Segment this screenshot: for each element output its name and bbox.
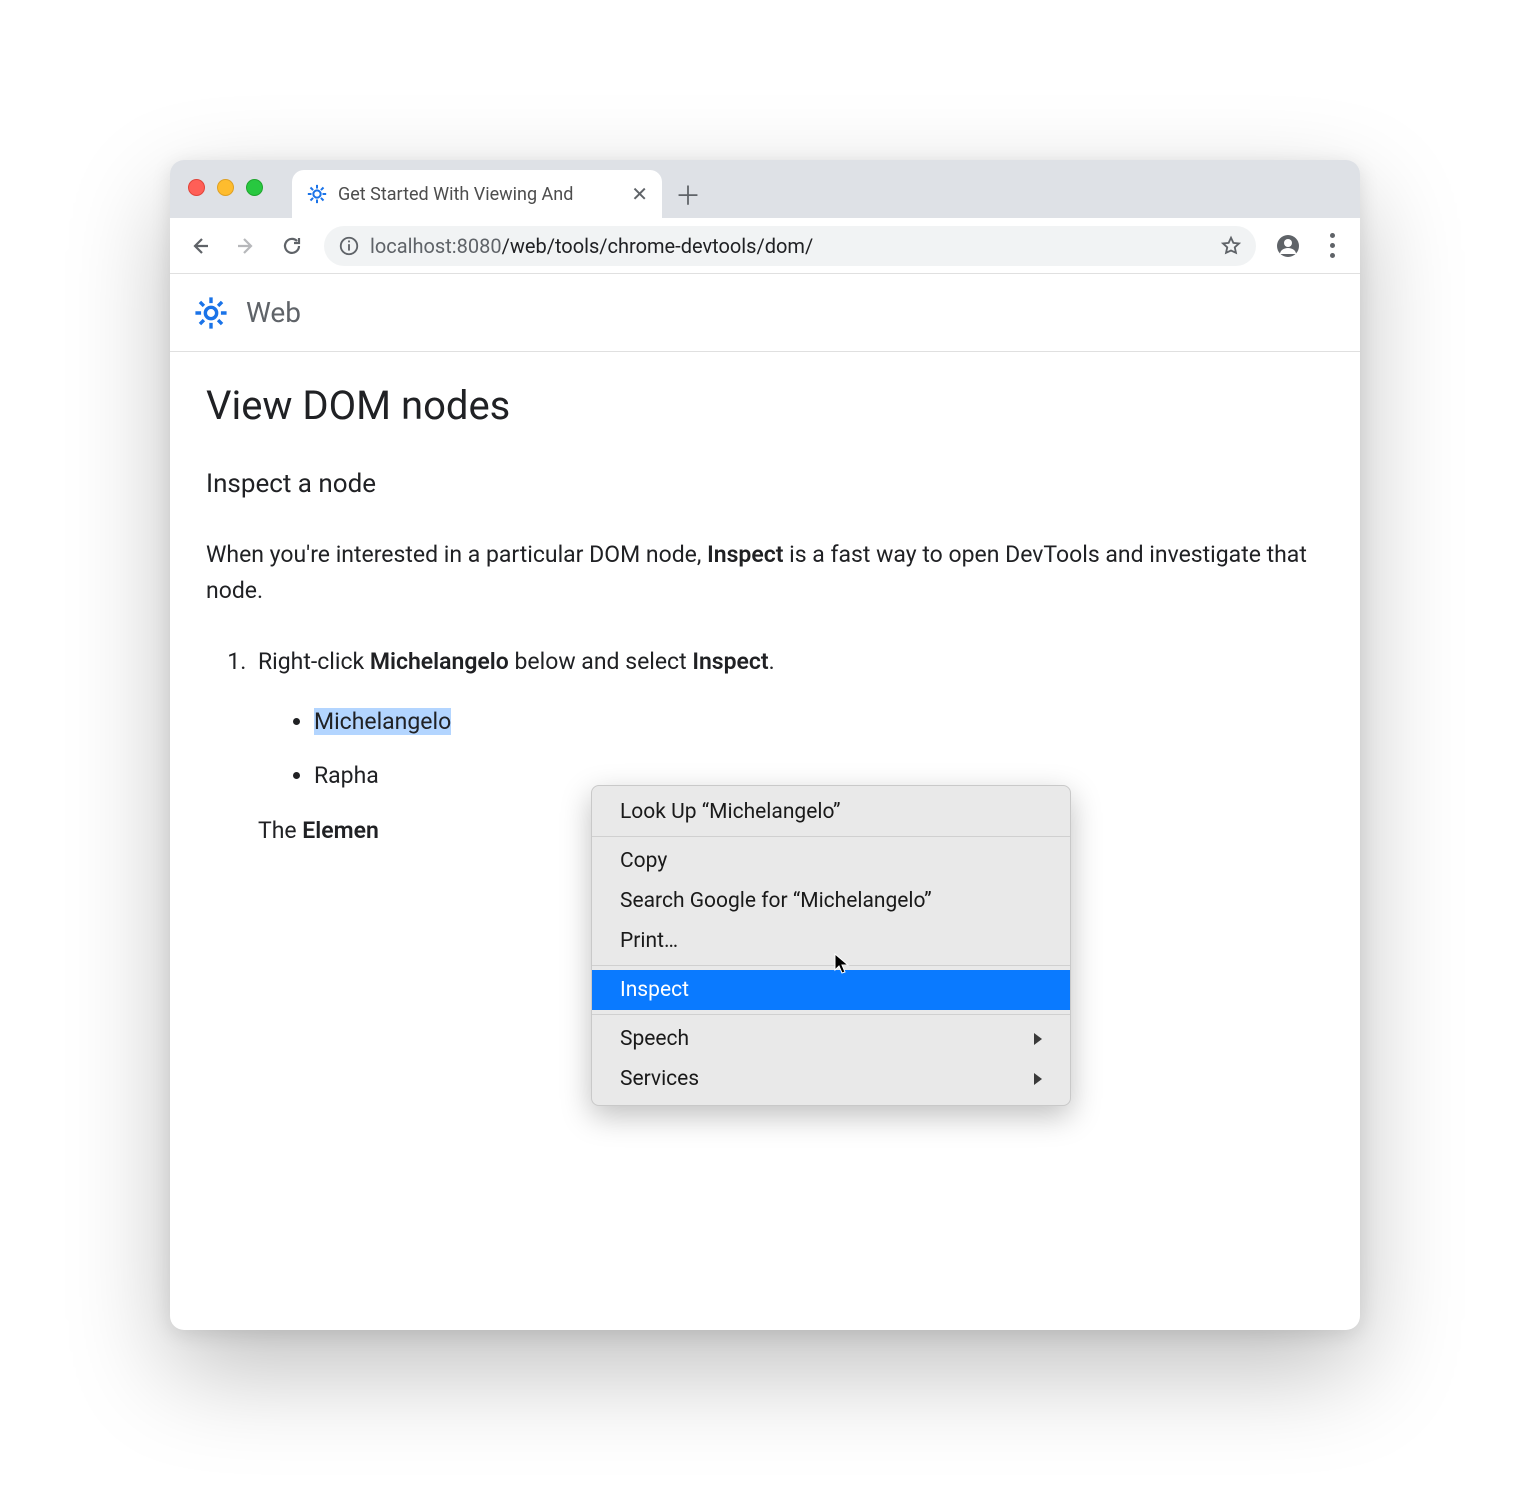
context-menu-search[interactable]: Search Google for “Michelangelo”: [592, 881, 1070, 921]
address-bar[interactable]: localhost:8080/web/tools/chrome-devtools…: [324, 226, 1256, 266]
lead-paragraph: When you're interested in a particular D…: [206, 537, 1324, 608]
web-logo-icon: [194, 296, 228, 330]
page-h1: View DOM nodes: [206, 382, 1324, 429]
chrome-menu-button[interactable]: [1314, 233, 1350, 258]
context-menu-lookup[interactable]: Look Up “Michelangelo”: [592, 792, 1070, 832]
tab-title: Get Started With Viewing And: [338, 184, 627, 205]
avatar-icon: [1276, 234, 1300, 258]
window-close-button[interactable]: [188, 179, 205, 196]
context-menu-separator: [592, 965, 1070, 966]
arrow-left-icon: [188, 234, 212, 258]
context-menu-inspect[interactable]: Inspect: [592, 970, 1070, 1010]
context-menu-print[interactable]: Print…: [592, 921, 1070, 961]
context-menu: Look Up “Michelangelo” Copy Search Googl…: [591, 785, 1071, 1106]
site-title[interactable]: Web: [246, 296, 301, 329]
tab-favicon-icon: [306, 183, 328, 205]
profile-button[interactable]: [1268, 226, 1308, 266]
page-h2: Inspect a node: [206, 469, 1324, 499]
browser-tab[interactable]: Get Started With Viewing And ✕: [292, 170, 662, 218]
context-menu-separator: [592, 836, 1070, 837]
url-text: localhost:8080/web/tools/chrome-devtools…: [370, 234, 813, 258]
forward-button[interactable]: [226, 226, 266, 266]
window-minimize-button[interactable]: [217, 179, 234, 196]
window-controls: [188, 179, 263, 196]
reload-button[interactable]: [272, 226, 312, 266]
context-menu-services[interactable]: Services: [592, 1059, 1070, 1099]
browser-window: Get Started With Viewing And ✕ ＋ localho…: [170, 160, 1360, 1330]
context-menu-separator: [592, 1014, 1070, 1015]
new-tab-button[interactable]: ＋: [668, 174, 708, 214]
tab-strip: Get Started With Viewing And ✕ ＋: [170, 160, 1360, 218]
browser-toolbar: localhost:8080/web/tools/chrome-devtools…: [170, 218, 1360, 274]
kebab-dot-icon: [1330, 243, 1335, 248]
cursor-icon: [834, 953, 852, 975]
context-menu-speech[interactable]: Speech: [592, 1019, 1070, 1059]
kebab-dot-icon: [1330, 233, 1335, 238]
bookmark-star-icon[interactable]: [1220, 235, 1242, 257]
tab-close-button[interactable]: ✕: [631, 182, 648, 206]
example-list: Michelangelo Rapha: [258, 704, 1324, 793]
site-header: Web: [170, 274, 1360, 352]
window-maximize-button[interactable]: [246, 179, 263, 196]
back-button[interactable]: [180, 226, 220, 266]
list-item[interactable]: Michelangelo: [314, 704, 1324, 740]
reload-icon: [280, 234, 304, 258]
context-menu-copy[interactable]: Copy: [592, 841, 1070, 881]
site-info-icon[interactable]: [338, 235, 360, 257]
kebab-dot-icon: [1330, 253, 1335, 258]
arrow-right-icon: [234, 234, 258, 258]
